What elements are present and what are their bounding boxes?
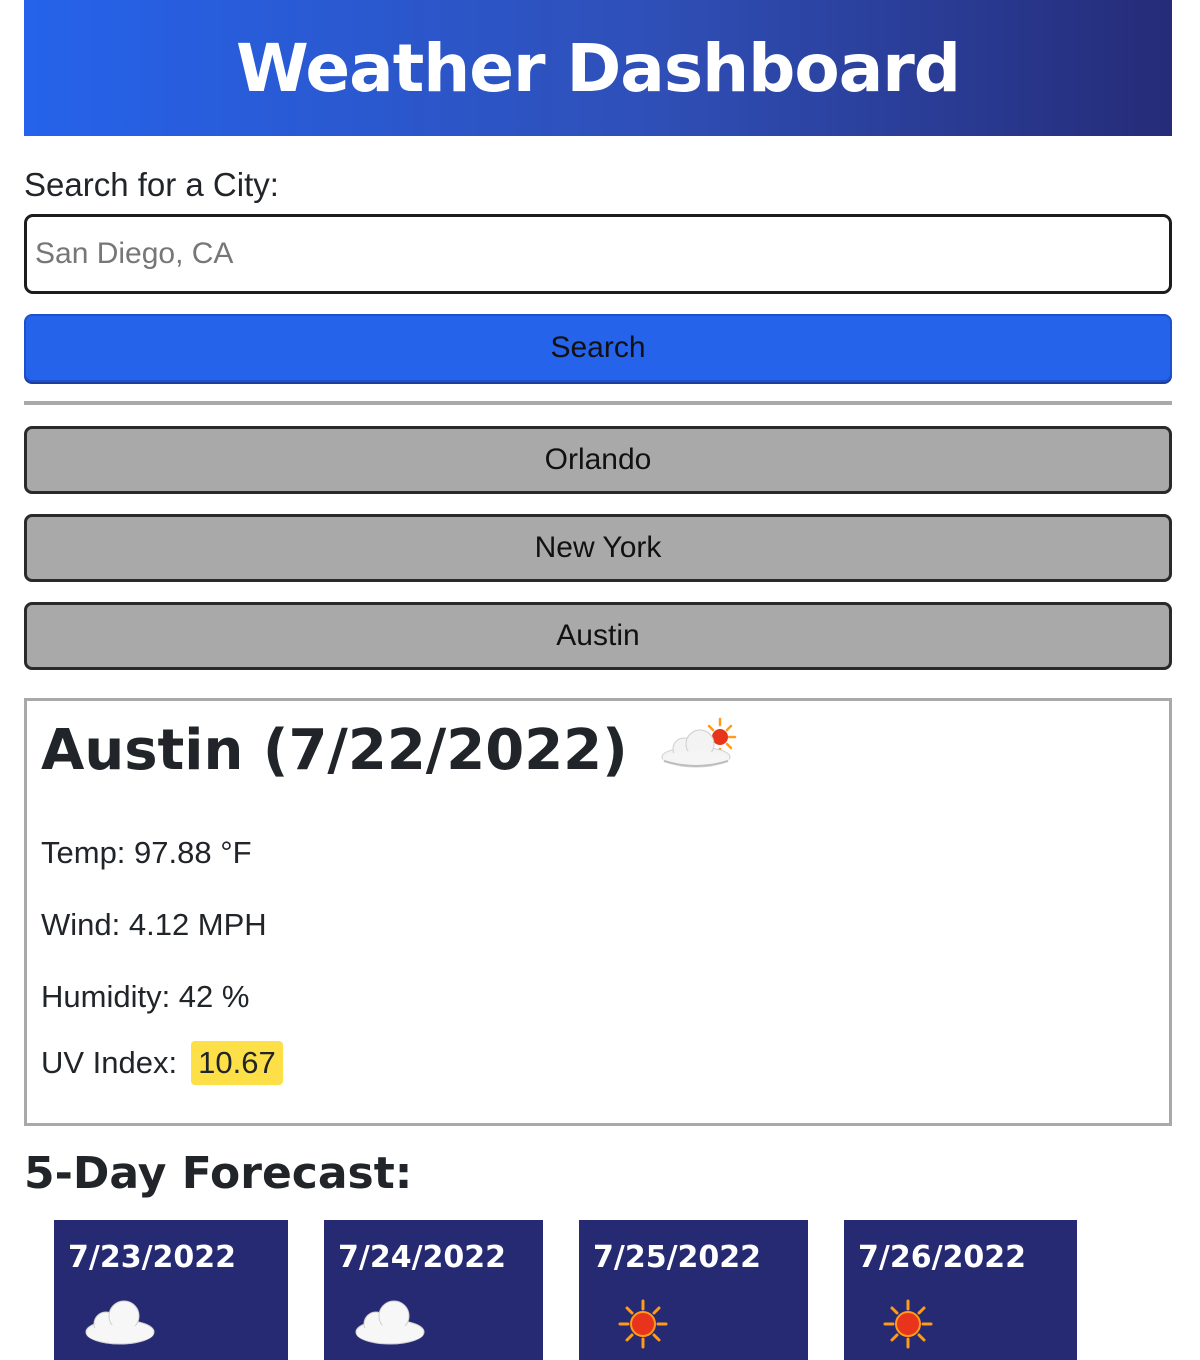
city-date-heading: Austin (7/22/2022) [41,717,628,783]
forecast-heading: 5-Day Forecast: [24,1148,413,1199]
wind-text: Wind: 4.12 MPH [41,907,267,942]
uv-index-label: UV Index: [41,1045,178,1080]
divider [24,401,1172,405]
current-weather-card: Austin (7/22/2022) Temp: 97.88 °F Wind: … [24,698,1172,1126]
forecast-date: 7/26/2022 [858,1240,1027,1275]
cloud-icon [82,1298,158,1353]
humidity-text: Humidity: 42 % [41,979,250,1014]
search-label: Search for a City: [24,166,279,203]
partly-cloudy-icon [658,713,738,787]
forecast-card: 7/23/2022 [54,1220,288,1360]
temperature-text: Temp: 97.88 °F [41,835,252,870]
search-button[interactable]: Search [24,314,1172,382]
forecast-date: 7/25/2022 [593,1240,762,1275]
current-weather-title: Austin (7/22/2022) [41,713,738,787]
page-title: Weather Dashboard [235,29,961,107]
uv-index-badge: 10.67 [191,1041,283,1085]
forecast-date: 7/23/2022 [68,1240,237,1275]
page-header: Weather Dashboard [24,0,1172,136]
forecast-card: 7/26/2022 [844,1220,1077,1360]
forecast-card: 7/24/2022 [324,1220,543,1360]
forecast-card: 7/25/2022 [579,1220,808,1360]
city-search-input[interactable] [24,214,1172,294]
sun-icon [882,1298,934,1355]
history-button-austin[interactable]: Austin [24,602,1172,670]
forecast-date: 7/24/2022 [338,1240,507,1275]
history-button-orlando[interactable]: Orlando [24,426,1172,494]
cloud-icon [352,1298,428,1353]
history-button-new-york[interactable]: New York [24,514,1172,582]
sun-icon [617,1298,669,1355]
uv-index-row: UV Index: 10.67 [41,1041,283,1085]
